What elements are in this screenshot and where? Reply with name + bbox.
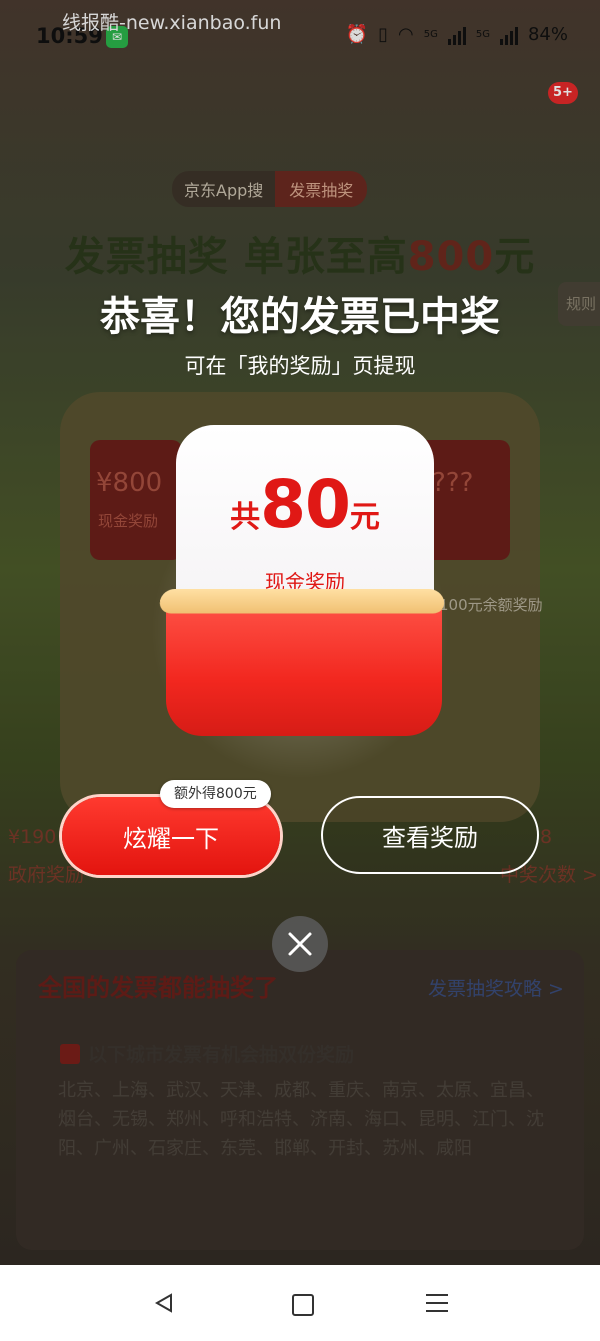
close-icon: [288, 932, 312, 956]
modal-subtitle: 可在「我的奖励」页提现: [184, 354, 416, 378]
envelope-lip: [157, 588, 447, 614]
view-reward-button[interactable]: 查看奖励: [321, 796, 539, 874]
extra-reward-bubble: 额外得800元: [160, 780, 271, 808]
modal-title: 恭喜！您的发票已中奖: [100, 294, 500, 340]
amount-value: 80: [260, 466, 351, 543]
amount-suffix: 元: [349, 500, 380, 535]
red-envelope-pocket: [166, 598, 442, 736]
show-off-button[interactable]: 炫耀一下: [62, 797, 280, 875]
close-button[interactable]: [272, 916, 328, 972]
back-icon[interactable]: [154, 1293, 174, 1313]
amount-prefix: 共: [230, 500, 261, 535]
home-icon[interactable]: [292, 1294, 314, 1316]
menu-icon[interactable]: [426, 1294, 448, 1318]
reward-amount: 共80元: [176, 466, 434, 543]
